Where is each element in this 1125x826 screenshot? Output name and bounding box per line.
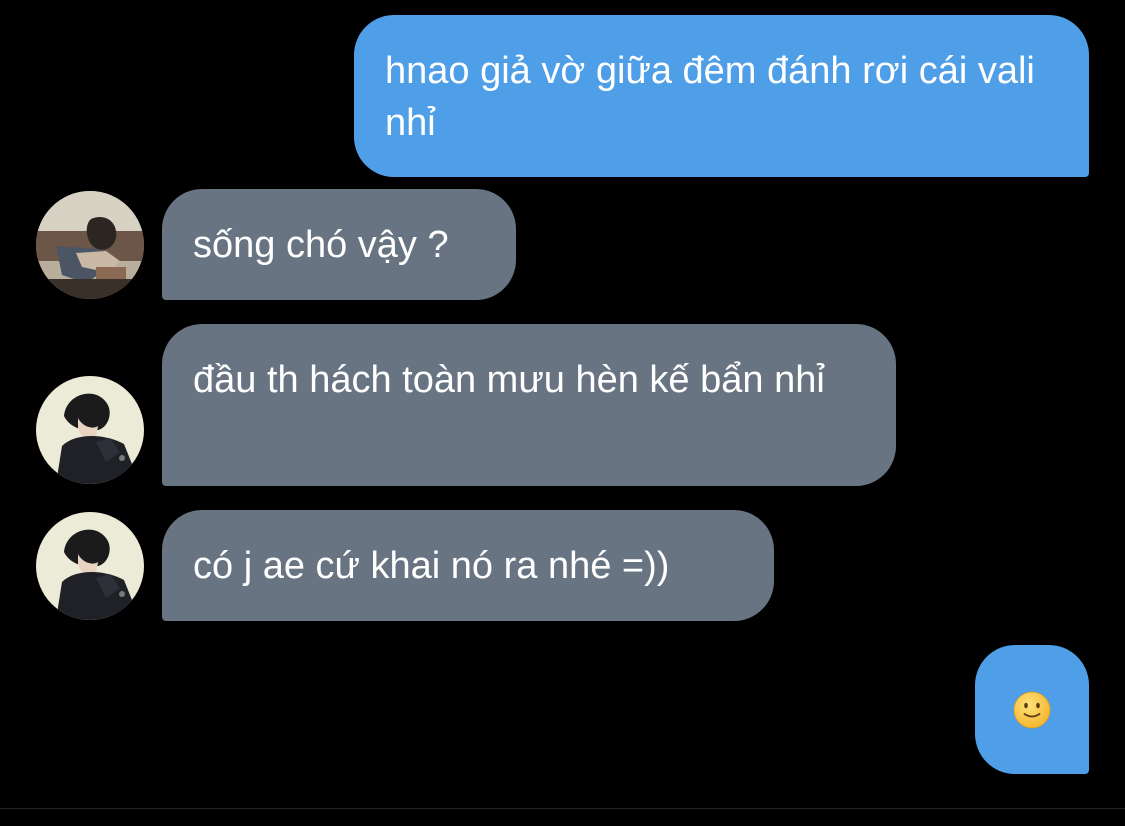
message-bubble-outgoing-emoji[interactable] — [975, 645, 1089, 774]
divider — [0, 808, 1125, 809]
avatar-photo-icon — [36, 191, 144, 299]
chat-thread: hnao giả vờ giữa đêm đánh rơi cái vali n… — [0, 0, 1125, 826]
avatar[interactable] — [36, 376, 144, 484]
message-text: hnao giả vờ giữa đêm đánh rơi cái vali n… — [385, 50, 1035, 144]
message-bubble-incoming[interactable]: đầu th hách toàn mưu hèn kế bẩn nhỉ — [162, 324, 896, 486]
message-bubble-incoming[interactable]: có j ae cứ khai nó ra nhé =)) — [162, 510, 774, 621]
message-text: có j ae cứ khai nó ra nhé =)) — [193, 545, 670, 587]
message-bubble-outgoing[interactable]: hnao giả vờ giữa đêm đánh rơi cái vali n… — [354, 15, 1089, 177]
avatar[interactable] — [36, 191, 144, 299]
message-text: sống chó vậy ? — [193, 224, 449, 266]
avatar-photo-icon — [36, 512, 144, 620]
avatar-photo-icon — [36, 376, 144, 484]
slightly-smiling-face-icon — [1013, 691, 1051, 728]
message-text: đầu th hách toàn mưu hèn kế bẩn nhỉ — [193, 359, 825, 401]
message-bubble-incoming[interactable]: sống chó vậy ? — [162, 189, 516, 300]
avatar[interactable] — [36, 512, 144, 620]
